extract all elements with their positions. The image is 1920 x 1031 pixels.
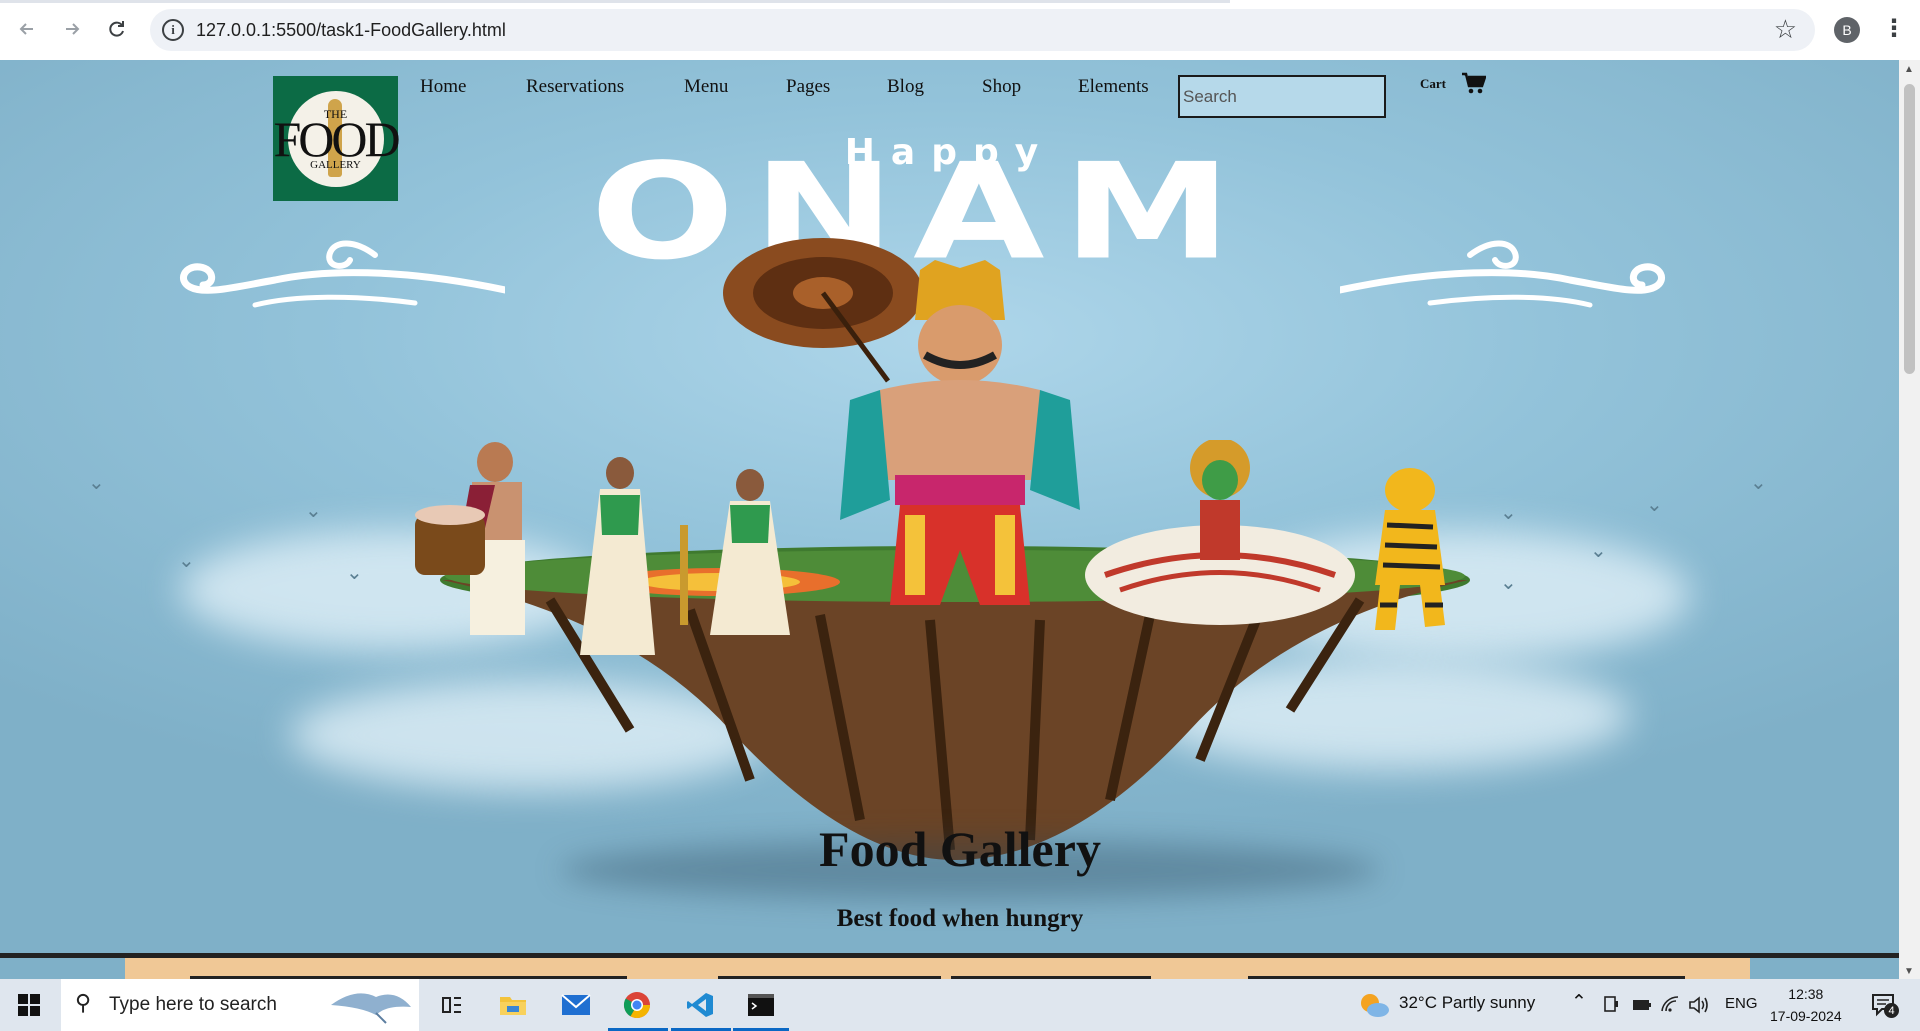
browser-menu-icon[interactable]: ⋮ <box>1882 14 1906 42</box>
profile-avatar[interactable]: B <box>1834 17 1860 43</box>
meet-now-icon[interactable] <box>1603 995 1619 1015</box>
system-clock[interactable]: 12:38 17-09-2024 <box>1770 983 1842 1027</box>
nav-reservations-link[interactable]: Reservations <box>526 76 624 98</box>
reload-icon <box>109 21 124 37</box>
volume-icon[interactable] <box>1688 995 1710 1015</box>
mail-icon[interactable] <box>559 989 593 1021</box>
scroll-down-arrow-icon[interactable]: ▼ <box>1904 966 1914 977</box>
logo-plate: THE FOOD GALLERY <box>273 90 401 187</box>
nav-blog-link[interactable]: Blog <box>887 76 924 98</box>
shopping-cart-icon[interactable] <box>1462 72 1486 94</box>
bird-icon: ⌄ <box>1750 470 1767 494</box>
terminal-icon[interactable] <box>744 989 778 1021</box>
dancers-illustration <box>580 457 790 655</box>
windows-start-icon[interactable] <box>18 994 40 1016</box>
bird-icon: ⌄ <box>178 548 195 572</box>
bird-icon: ⌄ <box>1646 492 1663 516</box>
address-bar[interactable]: i 127.0.0.1:5500/task1-FoodGallery.html … <box>150 9 1815 51</box>
taskbar-search-box[interactable]: ⚲ Type here to search <box>61 979 419 1031</box>
scroll-up-arrow-icon[interactable]: ▲ <box>1904 64 1914 75</box>
reload-button[interactable] <box>102 14 132 44</box>
next-section-strip <box>125 958 1750 979</box>
site-search-input[interactable] <box>1178 75 1386 118</box>
url-text[interactable]: 127.0.0.1:5500/task1-FoodGallery.html <box>196 20 506 41</box>
weather-text[interactable]: 32°C Partly sunny <box>1399 993 1535 1013</box>
wifi-icon[interactable] <box>1660 995 1680 1013</box>
manta-ray-search-highlight-icon <box>331 993 411 1024</box>
page-viewport: ⌄ ⌄ ⌄ ⌄ ⌄ ⌄ ⌄ ⌄ ⌄ Happy ONAM THE FOOD GA… <box>0 60 1899 979</box>
back-button[interactable] <box>12 14 42 44</box>
scrollbar-thumb[interactable] <box>1904 84 1915 374</box>
search-icon: ⚲ <box>75 991 92 1016</box>
clock-time: 12:38 <box>1788 986 1824 1002</box>
cart-label[interactable]: Cart <box>1420 76 1446 92</box>
notification-center-icon[interactable]: 4 <box>1870 991 1899 1024</box>
mahabali-king-illustration <box>840 260 1080 605</box>
file-explorer-icon[interactable] <box>496 989 530 1021</box>
nav-pages-link[interactable]: Pages <box>786 76 830 98</box>
bird-icon: ⌄ <box>305 498 322 522</box>
bookmark-star-icon[interactable]: ☆ <box>1774 15 1797 45</box>
forward-button[interactable] <box>57 14 87 44</box>
page-scrollbar[interactable]: ▲ ▼ <box>1899 60 1920 979</box>
chrome-icon[interactable] <box>620 989 654 1021</box>
vscode-icon[interactable] <box>683 989 717 1021</box>
notification-count-badge: 4 <box>1884 1003 1899 1018</box>
left-swirl-ornament <box>180 240 505 308</box>
show-hidden-icons-chevron-icon[interactable]: ⌃ <box>1571 991 1587 1013</box>
bird-icon: ⌄ <box>1590 538 1607 562</box>
windows-taskbar: ⚲ Type here to search 32°C Partly sunny … <box>0 979 1920 1031</box>
page-tagline: Best food when hungry <box>836 905 1084 932</box>
drummer-illustration <box>415 442 525 635</box>
nav-shop-link[interactable]: Shop <box>982 76 1021 98</box>
nav-elements-link[interactable]: Elements <box>1078 76 1149 98</box>
tiger-dancer-illustration <box>1375 468 1445 630</box>
bird-icon: ⌄ <box>88 470 105 494</box>
clock-date: 17-09-2024 <box>1770 1008 1842 1024</box>
bird-icon: ⌄ <box>1500 570 1517 594</box>
task-view-icon[interactable] <box>435 989 469 1021</box>
language-indicator[interactable]: ENG <box>1725 995 1758 1012</box>
bird-icon: ⌄ <box>346 560 363 584</box>
arrow-left-icon <box>19 23 33 35</box>
right-swirl-ornament <box>1340 240 1665 308</box>
arrow-right-icon <box>66 23 80 35</box>
nav-menu-link[interactable]: Menu <box>684 76 728 98</box>
logo-top-text: THE <box>323 106 348 121</box>
logo-bottom-text: GALLERY <box>310 158 361 171</box>
battery-icon[interactable] <box>1632 999 1652 1011</box>
tab-strip-edge <box>0 0 1230 3</box>
browser-toolbar: i 127.0.0.1:5500/task1-FoodGallery.html … <box>0 0 1920 60</box>
kathakali-dancer-illustration <box>1085 440 1355 625</box>
site-logo[interactable]: THE FOOD GALLERY <box>273 76 401 201</box>
nav-home-link[interactable]: Home <box>420 76 466 98</box>
bird-icon: ⌄ <box>1500 500 1517 524</box>
weather-partly-sunny-icon[interactable] <box>1358 990 1390 1020</box>
page-title: Food Gallery <box>819 821 1101 877</box>
site-info-icon[interactable]: i <box>162 19 184 41</box>
taskbar-search-placeholder: Type here to search <box>109 994 277 1015</box>
